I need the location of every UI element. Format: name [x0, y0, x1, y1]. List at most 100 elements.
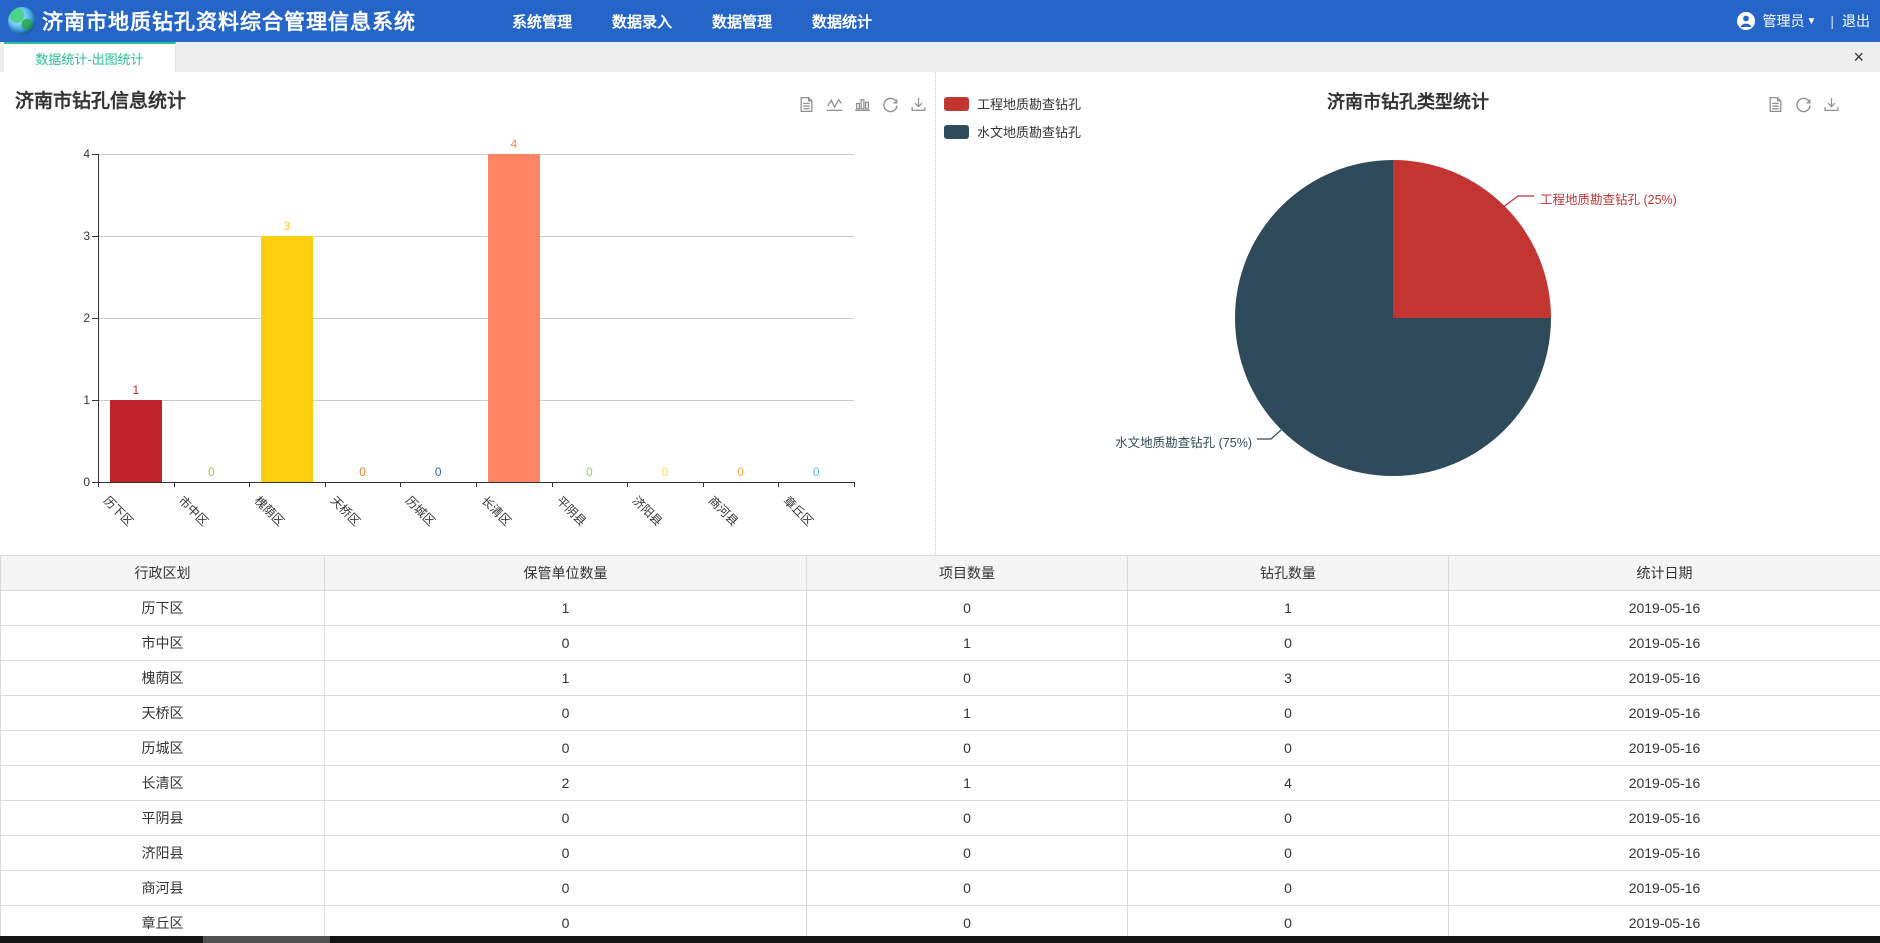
table-cell: 商河县: [1, 871, 325, 906]
table-cell: 1: [807, 626, 1128, 661]
bar-value-label: 0: [418, 465, 458, 479]
pie-legend: 工程地质勘查钻孔 水文地质勘查钻孔: [944, 94, 1081, 150]
globe-logo-icon: [8, 7, 36, 35]
pie-label-engineering: 工程地质勘查钻孔 (25%): [1540, 189, 1677, 208]
caret-down-icon: ▼: [1806, 16, 1816, 27]
brand: 济南市地质钻孔资料综合管理信息系统: [0, 6, 416, 36]
y-axis-label: 2: [50, 311, 90, 325]
menu-item-data-entry[interactable]: 数据录入: [612, 11, 672, 32]
bar-value-label: 1: [116, 383, 156, 397]
user-icon[interactable]: [1736, 11, 1756, 31]
close-icon[interactable]: ×: [1853, 46, 1864, 68]
legend-item-hydro[interactable]: 水文地质勘查钻孔: [944, 122, 1081, 141]
gridline: [98, 400, 854, 401]
x-axis-tick: [778, 482, 779, 487]
table-cell: 0: [325, 801, 807, 836]
menu-item-data-management[interactable]: 数据管理: [712, 11, 772, 32]
table-cell: 0: [807, 731, 1128, 766]
table-cell: 2019-05-16: [1449, 836, 1880, 871]
table-header-cell: 项目数量: [807, 556, 1128, 591]
table-cell: 0: [807, 836, 1128, 871]
table-cell: 济阳县: [1, 836, 325, 871]
table-cell: 1: [807, 766, 1128, 801]
x-axis-label: 长清区: [478, 492, 515, 529]
legend-label: 水文地质勘查钻孔: [977, 122, 1081, 141]
table-cell: 天桥区: [1, 696, 325, 731]
table-cell: 长清区: [1, 766, 325, 801]
table-cell: 2: [325, 766, 807, 801]
table-cell: 0: [1128, 731, 1449, 766]
table-body: 历下区1012019-05-16市中区0102019-05-16槐荫区10320…: [1, 591, 1880, 941]
gridline: [98, 154, 854, 155]
bar[interactable]: [110, 400, 162, 482]
table-cell: 历城区: [1, 731, 325, 766]
legend-item-engineering[interactable]: 工程地质勘查钻孔: [944, 94, 1081, 113]
legend-label: 工程地质勘查钻孔: [977, 94, 1081, 113]
x-axis-tick: [98, 482, 99, 487]
download-icon[interactable]: [1823, 96, 1840, 113]
x-axis-label: 济阳县: [629, 492, 666, 529]
scrollbar-thumb[interactable]: [203, 936, 330, 943]
x-axis-label: 市中区: [175, 492, 212, 529]
bar-value-label: 0: [645, 465, 685, 479]
legend-swatch-hydro: [944, 125, 969, 139]
restore-icon[interactable]: [1795, 96, 1812, 113]
x-axis-tick: [325, 482, 326, 487]
y-axis-label: 0: [50, 475, 90, 489]
table-cell: 0: [807, 871, 1128, 906]
bar-value-label: 0: [569, 465, 609, 479]
table-row: 商河县0002019-05-16: [1, 871, 1880, 906]
table-cell: 0: [325, 836, 807, 871]
table-cell: 1: [807, 696, 1128, 731]
menu-item-system-management[interactable]: 系统管理: [512, 11, 572, 32]
table-cell: 0: [1128, 696, 1449, 731]
table-cell: 0: [1128, 836, 1449, 871]
table-row: 历下区1012019-05-16: [1, 591, 1880, 626]
table-row: 济阳县0002019-05-16: [1, 836, 1880, 871]
x-axis-tick: [703, 482, 704, 487]
pie-chart[interactable]: [1235, 160, 1551, 476]
bar[interactable]: [261, 236, 313, 482]
tab-data-statistics-plot[interactable]: 数据统计-出图统计: [4, 42, 176, 72]
pie-callout-leader: [1502, 196, 1534, 208]
table-cell: 3: [1128, 661, 1449, 696]
table-cell: 0: [325, 696, 807, 731]
x-axis-label: 商河县: [705, 492, 742, 529]
bar-value-label: 0: [721, 465, 761, 479]
user-name[interactable]: 管理员: [1762, 11, 1804, 31]
x-axis-tick: [249, 482, 250, 487]
horizontal-scrollbar[interactable]: [0, 936, 1880, 943]
bar-chart-panel: 济南市钻孔信息统计 012341历下区0市中区3槐荫区0天桥区0历城区: [0, 72, 935, 555]
pie-callout-leader: [1257, 430, 1281, 439]
table-cell: 2019-05-16: [1449, 591, 1880, 626]
bar-chart: 012341历下区0市中区3槐荫区0天桥区0历城区4长清区0平阴县0济阳县0商河…: [0, 72, 935, 555]
bar-value-label: 0: [796, 465, 836, 479]
data-view-icon[interactable]: [1767, 96, 1784, 113]
y-axis-label: 3: [50, 229, 90, 243]
charts-area: 济南市钻孔信息统计 012341历下区0市中区3槐荫区0天桥区0历城区: [0, 72, 1880, 555]
menu-item-data-statistics[interactable]: 数据统计: [812, 11, 872, 32]
table-cell: 2019-05-16: [1449, 626, 1880, 661]
y-axis-line: [98, 154, 99, 482]
x-axis-label: 平阴县: [553, 492, 590, 529]
table-header-cell: 钻孔数量: [1128, 556, 1449, 591]
user-area: 管理员▼ | 退出: [1736, 0, 1870, 42]
x-axis-label: 槐荫区: [251, 492, 288, 529]
table-cell: 2019-05-16: [1449, 661, 1880, 696]
table-row: 平阴县0002019-05-16: [1, 801, 1880, 836]
table-cell: 2019-05-16: [1449, 871, 1880, 906]
table-cell: 0: [807, 801, 1128, 836]
table-cell: 0: [325, 871, 807, 906]
y-axis-label: 1: [50, 393, 90, 407]
top-navbar: 济南市地质钻孔资料综合管理信息系统 系统管理 数据录入 数据管理 数据统计 管理…: [0, 0, 1880, 42]
table-cell: 0: [325, 731, 807, 766]
separator: |: [1830, 13, 1834, 29]
gridline: [98, 318, 854, 319]
table-cell: 槐荫区: [1, 661, 325, 696]
table-cell: 0: [807, 661, 1128, 696]
table-row: 市中区0102019-05-16: [1, 626, 1880, 661]
table-row: 槐荫区1032019-05-16: [1, 661, 1880, 696]
logout-link[interactable]: 退出: [1842, 11, 1870, 31]
bar[interactable]: [488, 154, 540, 482]
legend-swatch-engineering: [944, 97, 969, 111]
